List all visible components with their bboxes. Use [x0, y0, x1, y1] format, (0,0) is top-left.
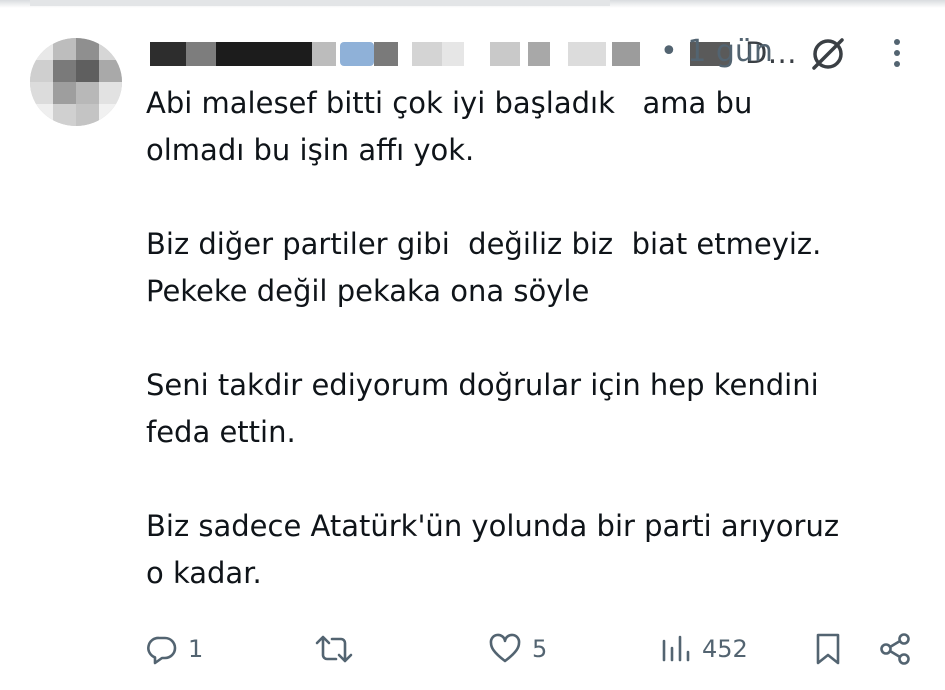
retweet-button[interactable] [314, 626, 364, 672]
reply-button[interactable]: 1 [146, 626, 203, 672]
grok-icon[interactable] [808, 34, 848, 74]
avatar[interactable] [30, 38, 122, 126]
reply-icon [147, 636, 177, 665]
like-button[interactable]: 5 [488, 626, 547, 672]
reply-count: 1 [188, 635, 204, 663]
tweet-body: Abi malesef bitti çok iyi başladık ama b… [146, 80, 936, 597]
tweet-paragraph: Seni takdir ediyorum doğrular için hep k… [146, 368, 819, 449]
tweet-paragraph: Biz sadece Atatürk'ün yolunda bir parti … [146, 509, 840, 590]
separator-dot: • [660, 34, 678, 69]
more-icon[interactable] [885, 34, 909, 74]
share-icon [880, 633, 910, 665]
timestamp: 1 gün [687, 34, 773, 69]
view-count: 452 [702, 635, 748, 663]
like-icon [489, 633, 521, 663]
bookmark-button[interactable] [814, 626, 842, 672]
views-icon [662, 635, 690, 662]
tweet-time[interactable]: • 1 gün [660, 34, 773, 69]
tweet-actions: 1 5 452 [146, 626, 926, 672]
tweet-paragraph: Biz diğer partiler gibi değiliz biz biat… [146, 227, 822, 308]
retweet-icon [315, 635, 353, 663]
bookmark-icon [816, 633, 840, 665]
top-edge [0, 0, 945, 8]
views-button[interactable]: 452 [660, 626, 748, 672]
share-button[interactable] [878, 626, 912, 672]
like-count: 5 [532, 635, 548, 663]
tweet-paragraph: Abi malesef bitti çok iyi başladık ama b… [146, 86, 753, 167]
